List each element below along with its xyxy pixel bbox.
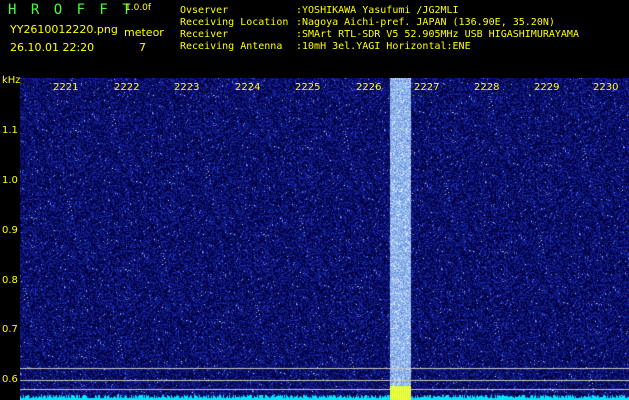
- minute-tick-label: 2221: [53, 82, 79, 93]
- antenna-value: :10mH 3el.YAGI Horizontal:ENE: [296, 41, 471, 52]
- location-label: Receiving Location: [180, 17, 289, 28]
- minute-tick-label: 2226: [356, 82, 382, 93]
- minute-tick-label: 2228: [474, 82, 500, 93]
- y-tick-label: 1.0: [2, 175, 18, 186]
- minute-tick-label: 2224: [235, 82, 261, 93]
- minute-tick-label: 2227: [414, 82, 440, 93]
- minute-tick-label: 2230: [593, 82, 619, 93]
- receiver-value: :SMArt RTL-SDR V5 52.905MHz USB HIGASHIM…: [296, 29, 579, 40]
- antenna-label: Receiving Antenna: [180, 41, 283, 52]
- y-tick-label: 0.6: [2, 374, 18, 385]
- app-title: H R O F F T: [8, 2, 134, 18]
- observer-value: :YOSHIKAWA Yasufumi /JG2MLI: [296, 5, 459, 16]
- meteor-count: 7: [139, 41, 146, 54]
- filename: YY2610012220.png: [10, 23, 118, 36]
- spectrogram-canvas: [20, 78, 629, 400]
- y-tick-label: 0.9: [2, 225, 18, 236]
- minute-tick-label: 2229: [534, 82, 560, 93]
- y-tick-label: 0.8: [2, 275, 18, 286]
- header-panel: H R O F F T 1.0.0f YY2610012220.png mete…: [0, 0, 629, 74]
- observer-label: Ovserver: [180, 5, 229, 16]
- y-tick-label: 0.7: [2, 324, 18, 335]
- minute-tick-label: 2222: [114, 82, 140, 93]
- minute-tick-label: 2225: [295, 82, 321, 93]
- mode-label: meteor: [124, 26, 164, 39]
- receiver-label: Receiver: [180, 29, 229, 40]
- timestamp: 26.10.01 22:20: [10, 41, 95, 54]
- y-tick-label: 1.1: [2, 125, 18, 136]
- location-value: :Nagoya Aichi-pref. JAPAN (136.90E, 35.2…: [296, 17, 555, 28]
- y-axis-unit: kHz: [2, 75, 21, 86]
- app-version: 1.0.0f: [125, 3, 152, 13]
- minute-tick-label: 2223: [174, 82, 200, 93]
